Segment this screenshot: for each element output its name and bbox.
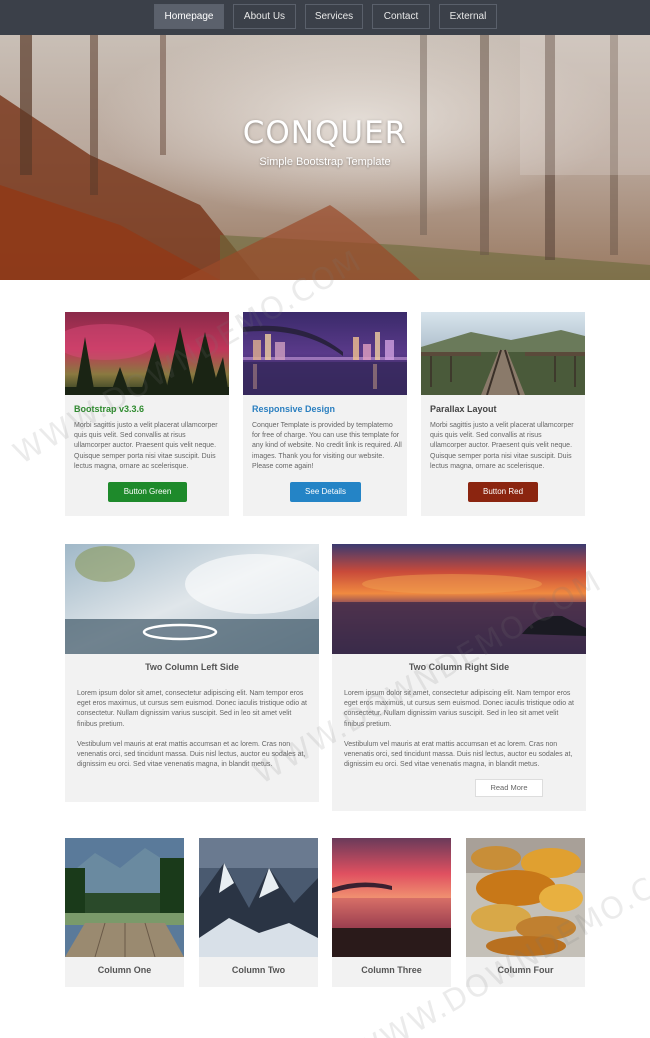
column-title: Column Four <box>497 965 554 975</box>
nav-contact[interactable]: Contact <box>372 4 430 29</box>
feature-card-responsive: Responsive Design Conquer Template is pr… <box>243 312 407 516</box>
column-paragraph: Lorem ipsum dolor sit amet, consectetur … <box>344 690 574 728</box>
nav-homepage[interactable]: Homepage <box>154 4 224 29</box>
nav-about-us[interactable]: About Us <box>233 4 296 29</box>
top-navbar: Homepage About Us Services Contact Exter… <box>0 0 650 35</box>
lake-dock-image <box>65 838 184 957</box>
column-one: Column One <box>65 838 184 987</box>
column-paragraph: Vestibulum vel mauris at erat mattis acc… <box>344 741 573 769</box>
column-two: Column Two <box>199 838 318 987</box>
feature-card-parallax: Parallax Layout Morbi sagittis justo a v… <box>421 312 585 516</box>
column-title: Column One <box>97 965 152 975</box>
hero-banner: CONQUER Simple Bootstrap Template <box>0 35 650 280</box>
column-title: Two Column Right Side <box>408 662 510 672</box>
read-more-button[interactable]: Read More <box>475 779 543 797</box>
snowy-mountains-image <box>199 838 318 957</box>
button-red[interactable]: Button Red <box>468 482 538 502</box>
card-text: Morbi sagittis justo a velit placerat ul… <box>74 422 218 470</box>
column-title: Two Column Left Side <box>145 662 239 672</box>
aurora-forest-image <box>65 312 229 395</box>
city-bridge-night-image <box>243 312 407 395</box>
card-title: Parallax Layout <box>430 404 497 414</box>
column-paragraph: Vestibulum vel mauris at erat mattis acc… <box>77 741 306 769</box>
pink-sunset-beach-image <box>332 838 451 957</box>
card-title: Bootstrap v3.3.6 <box>74 404 145 414</box>
card-text: Conquer Template is provided by template… <box>252 422 402 470</box>
sunset-sea-image <box>332 544 586 654</box>
nav-services[interactable]: Services <box>305 4 363 29</box>
hero-subtitle: Simple Bootstrap Template <box>259 156 391 168</box>
nav-external[interactable]: External <box>439 4 497 29</box>
card-text: Morbi sagittis justo a velit placerat ul… <box>430 422 574 470</box>
railway-tracks-image <box>421 312 585 395</box>
column-title: Column Three <box>361 965 422 975</box>
column-three: Column Three <box>332 838 451 987</box>
card-title: Responsive Design <box>252 404 336 414</box>
column-four: Column Four <box>466 838 585 987</box>
two-column-left: Two Column Left Side Lorem ipsum dolor s… <box>65 544 319 802</box>
see-details-button[interactable]: See Details <box>290 482 361 502</box>
column-title: Column Two <box>231 965 286 975</box>
blurred-glass-image <box>65 544 319 654</box>
autumn-leaves-image <box>466 838 585 957</box>
column-paragraph: Lorem ipsum dolor sit amet, consectetur … <box>77 690 307 728</box>
two-column-right: Two Column Right Side Lorem ipsum dolor … <box>332 544 586 811</box>
hero-title: CONQUER <box>242 115 408 151</box>
feature-card-bootstrap: Bootstrap v3.3.6 Morbi sagittis justo a … <box>65 312 229 516</box>
button-green[interactable]: Button Green <box>108 482 187 502</box>
